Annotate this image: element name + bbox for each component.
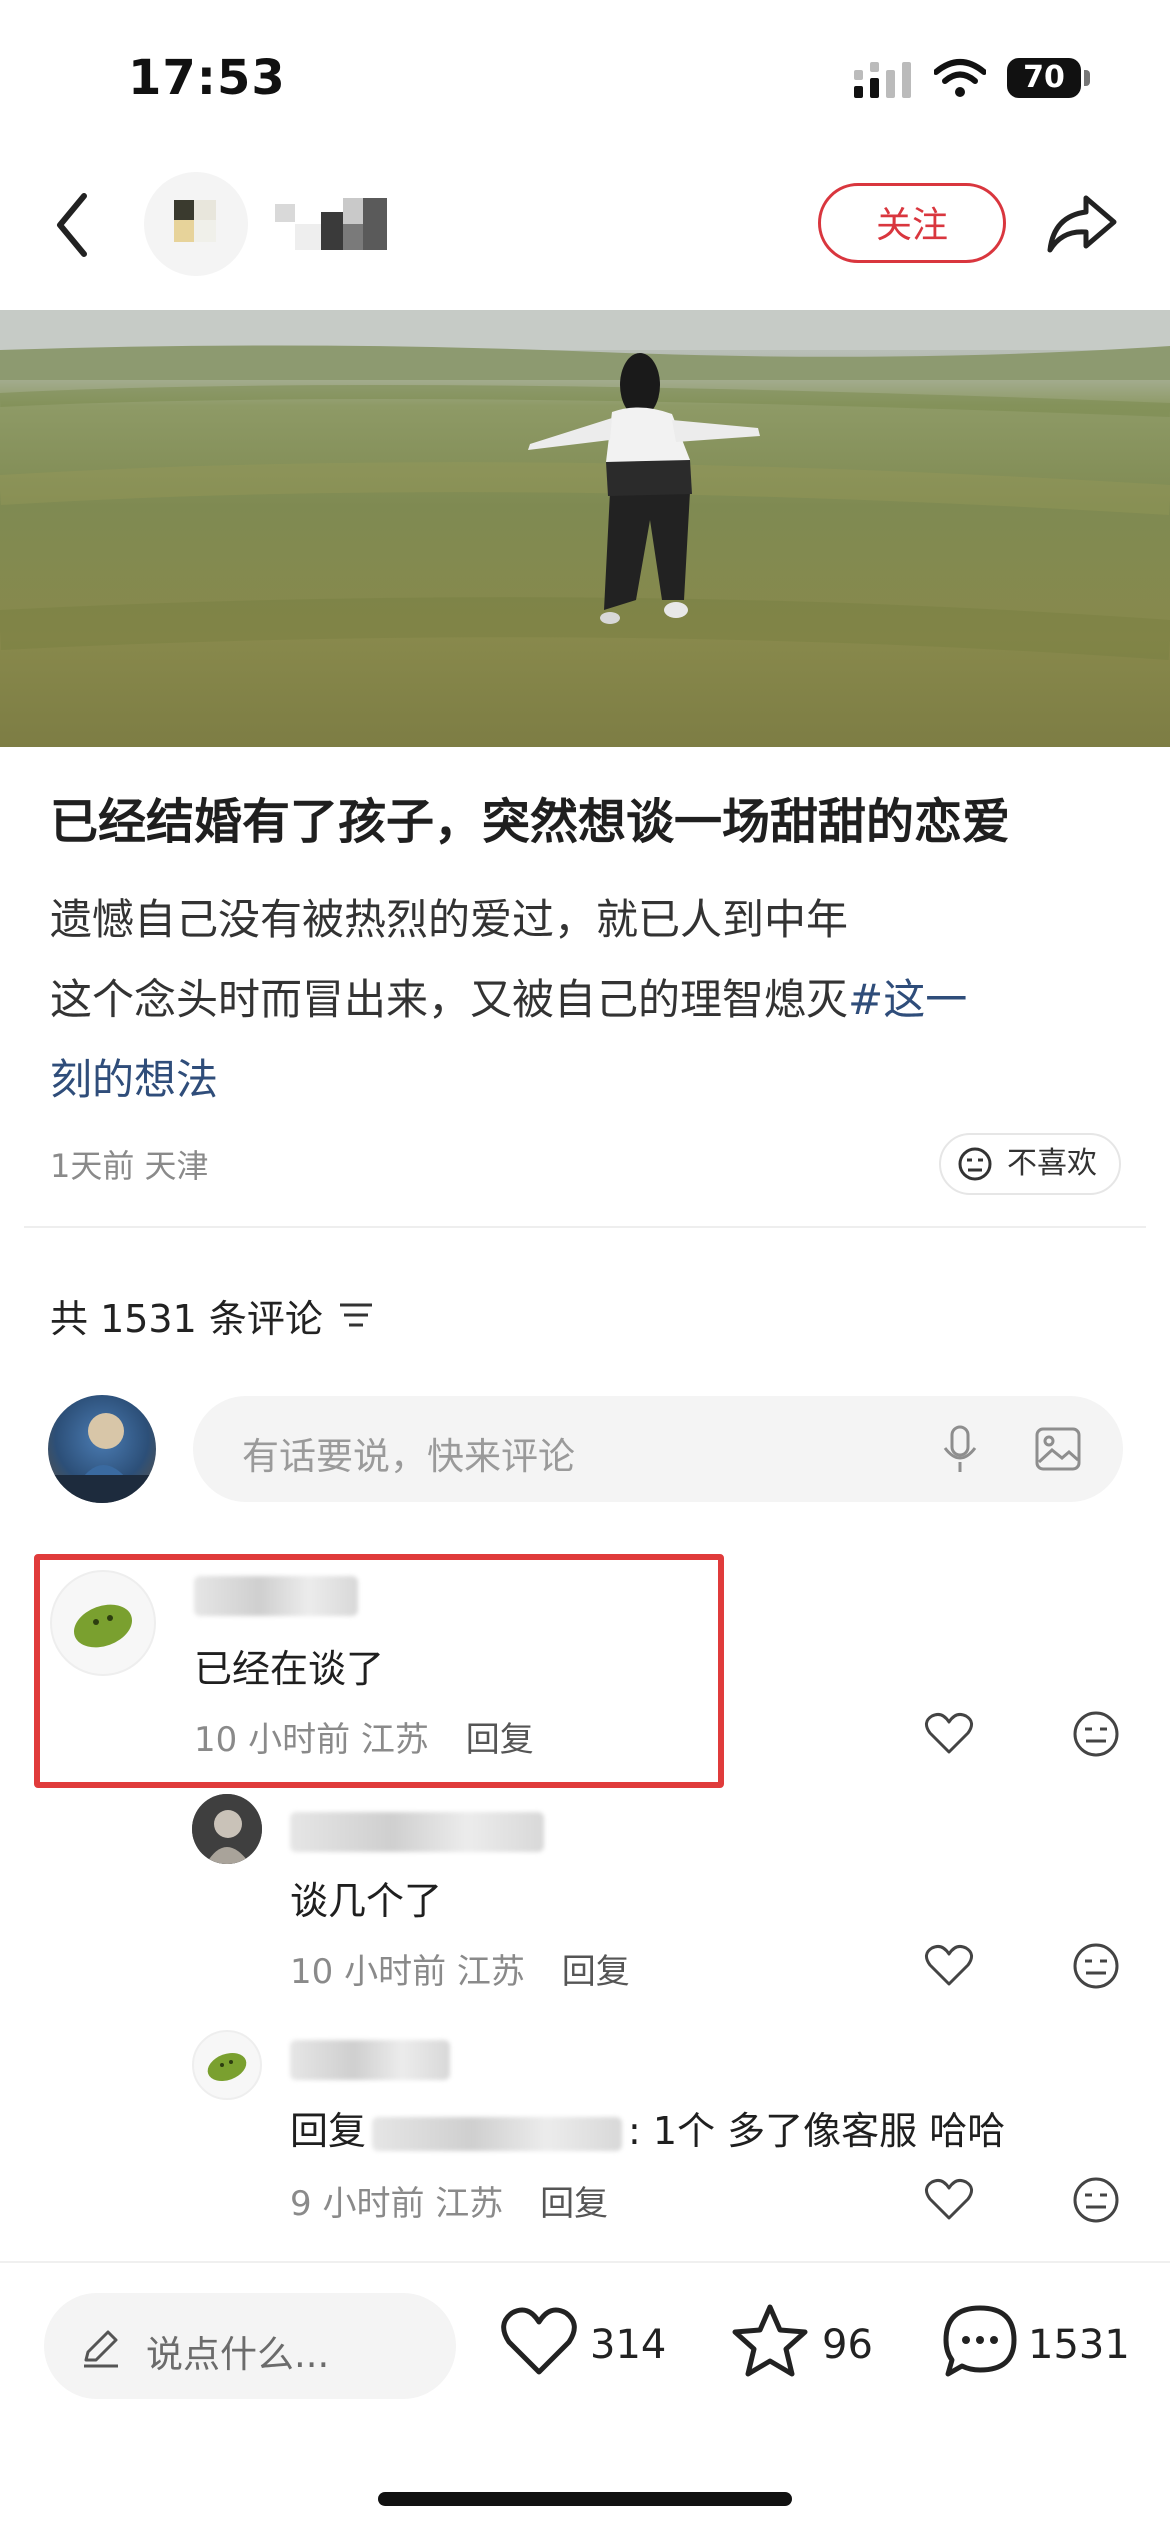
heart-icon[interactable]	[924, 2178, 974, 2222]
meh-face-icon[interactable]	[1072, 2176, 1120, 2224]
comment-time: 10 小时前	[194, 1720, 351, 1760]
star-count: 96	[822, 2322, 873, 2368]
dislike-label: 不喜欢	[1007, 1146, 1097, 1181]
comment-time: 10 小时前	[290, 1952, 447, 1992]
mentioned-user-blurred[interactable]	[372, 2116, 623, 2151]
bottom-bar-divider	[0, 2261, 1170, 2263]
home-indicator[interactable]	[378, 2492, 792, 2506]
post-location: 天津	[144, 1147, 209, 1185]
follow-button[interactable]: 关注	[818, 183, 1006, 263]
grassland-photo	[0, 310, 1170, 660]
meh-face-icon[interactable]	[1072, 1710, 1120, 1758]
comment-time: 9 小时前	[290, 2184, 425, 2224]
comment-count: 共 1531 条评论	[50, 1297, 323, 1341]
comment-location: 江苏	[435, 2184, 504, 2224]
hashtag-link-continued[interactable]: 刻的想法	[50, 1055, 218, 1104]
star-icon[interactable]	[730, 2302, 810, 2380]
author-name-blurred[interactable]	[275, 198, 399, 250]
my-avatar[interactable]	[48, 1395, 156, 1503]
pencil-icon	[84, 2330, 118, 2368]
divider	[24, 1226, 1146, 1228]
meh-face-icon[interactable]	[1072, 1942, 1120, 1990]
post-body-line: 刻的想法	[50, 1040, 1130, 1120]
reply-avatar[interactable]	[192, 2030, 262, 2100]
like-count: 314	[590, 2322, 667, 2368]
like-heart-icon[interactable]	[500, 2306, 578, 2378]
image-icon[interactable]	[1034, 1426, 1082, 1472]
comment-total: 1531	[1028, 2322, 1130, 2368]
comment-bubble-icon[interactable]	[940, 2302, 1020, 2380]
reply-avatar[interactable]	[192, 1794, 262, 1864]
avatar-image	[192, 1794, 262, 1864]
bean-icon	[207, 2052, 247, 2082]
share-icon[interactable]	[1046, 192, 1118, 256]
post-image[interactable]	[0, 310, 1170, 747]
status-time: 17:53	[128, 50, 286, 106]
battery-tip	[1084, 70, 1090, 86]
comment-text: 已经在谈了	[194, 1647, 385, 1691]
commenter-name-blurred[interactable]	[194, 1576, 358, 1616]
reply-button[interactable]: 回复	[466, 1720, 534, 1760]
reply-button[interactable]: 回复	[562, 1952, 630, 1992]
comment-input-placeholder: 有话要说，快来评论	[242, 1435, 575, 1478]
reply-button[interactable]: 回复	[540, 2184, 608, 2224]
comment-meta: 9 小时前 江苏 回复	[290, 2176, 608, 2225]
reply-prefix: 回复	[290, 2109, 367, 2153]
comment-location: 江苏	[360, 1720, 429, 1760]
dislike-button[interactable]: 不喜欢	[939, 1133, 1121, 1195]
replier-name-blurred[interactable]	[290, 1812, 544, 1852]
replier-name-blurred[interactable]	[290, 2040, 450, 2080]
comment-meta: 10 小时前 江苏 回复	[194, 1712, 534, 1761]
post-title: 已经结婚有了孩子，突然想谈一场甜甜的恋爱	[50, 794, 1011, 850]
reply-content: : 1个 多了像客服 哈哈	[628, 2109, 1006, 2153]
comment-meta: 10 小时前 江苏 回复	[290, 1944, 630, 1993]
comment-text: 回复 : 1个 多了像客服 哈哈	[290, 2100, 1005, 2155]
avatar-image	[48, 1413, 156, 1503]
bean-icon	[73, 1604, 133, 1648]
back-arrow-icon[interactable]	[52, 190, 92, 260]
post-body-text: 这个念头时而冒出来，又被自己的理智熄灭	[50, 975, 849, 1024]
post-body-line: 这个念头时而冒出来，又被自己的理智熄灭#这一	[50, 960, 1130, 1040]
post-body-line: 遗憾自己没有被热烈的爱过，就已人到中年	[50, 895, 849, 944]
post-meta: 1天前 天津	[50, 1141, 209, 1187]
say-something-placeholder: 说点什么...	[146, 2333, 330, 2376]
cellular-signal-icon	[854, 62, 911, 98]
hashtag-link[interactable]: #这一	[848, 975, 967, 1024]
commenter-avatar[interactable]	[50, 1570, 156, 1676]
comment-text: 谈几个了	[290, 1879, 443, 1923]
sort-icon[interactable]	[338, 1300, 374, 1330]
post-time: 1天前	[50, 1147, 135, 1185]
comment-location: 江苏	[456, 1952, 525, 1992]
wifi-icon	[934, 59, 986, 97]
post-body: 遗憾自己没有被热烈的爱过，就已人到中年 这个念头时而冒出来，又被自己的理智熄灭#…	[50, 880, 1130, 1120]
microphone-icon[interactable]	[940, 1424, 980, 1476]
heart-icon[interactable]	[924, 1712, 974, 1756]
battery-indicator: 70	[1007, 58, 1081, 98]
author-avatar[interactable]	[144, 172, 248, 276]
meh-face-icon	[958, 1147, 992, 1181]
heart-icon[interactable]	[924, 1944, 974, 1988]
